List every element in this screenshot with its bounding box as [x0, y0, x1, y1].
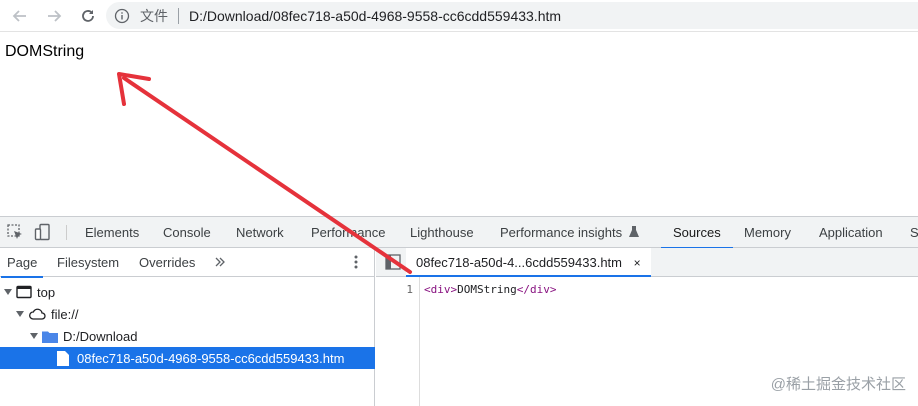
reload-button[interactable] — [76, 4, 100, 28]
back-button[interactable] — [8, 4, 32, 28]
browser-toolbar: 文件 D:/Download/08fec718-a50d-4968-9558-c… — [0, 0, 918, 32]
tab-performance[interactable]: Performance — [311, 217, 385, 248]
device-icon[interactable] — [34, 223, 52, 241]
reload-icon — [82, 9, 94, 22]
address-bar[interactable]: 文件 D:/Download/08fec718-a50d-4968-9558-c… — [106, 2, 918, 29]
page-text: DOMString — [5, 43, 85, 60]
code-open-tag: <div> — [424, 283, 458, 296]
tree-item-origin[interactable]: file:// — [0, 303, 375, 325]
cloud-icon — [29, 308, 46, 320]
tree-label-top: top — [37, 284, 56, 300]
expand-arrow-icon[interactable] — [4, 289, 12, 295]
tree-item-file[interactable]: 08fec718-a50d-4968-9558-cc6cdd559433.htm — [0, 347, 375, 369]
editor-tab-label: 08fec718-a50d-4...6cdd559433.htm — [416, 255, 622, 270]
close-icon[interactable]: × — [634, 256, 641, 270]
editor-tabbar: 08fec718-a50d-4...6cdd559433.htm × — [376, 248, 918, 277]
window-icon — [16, 285, 32, 299]
tab-network[interactable]: Network — [236, 217, 284, 248]
page-viewport: DOMString — [0, 33, 918, 216]
subtab-page[interactable]: Page — [0, 248, 44, 278]
devtools-tabbar: Elements Console Network Performance Lig… — [0, 217, 918, 249]
tab-performance-insights[interactable]: Performance insights — [500, 217, 639, 248]
tab-memory[interactable]: Memory — [744, 217, 791, 248]
flask-icon — [628, 226, 639, 237]
tree-item-top[interactable]: top — [0, 281, 375, 303]
tree-label-file: 08fec718-a50d-4968-9558-cc6cdd559433.htm — [77, 350, 345, 366]
tree-item-folder[interactable]: D:/Download — [0, 325, 375, 347]
tab-console[interactable]: Console — [163, 217, 211, 248]
tab-elements[interactable]: Elements — [85, 217, 139, 248]
toggle-sidebar-icon[interactable] — [385, 254, 401, 270]
kebab-menu-icon[interactable] — [354, 248, 358, 277]
toolbar-divider — [66, 225, 67, 240]
tree-label-origin: file:// — [51, 306, 79, 322]
navigator-subtabs: Page Filesystem Overrides — [0, 248, 375, 278]
watermark: @稀土掘金技术社区 — [770, 376, 906, 393]
sources-navigator: Page Filesystem Overrides top file:// D:… — [0, 248, 375, 406]
code-text: DOMString — [457, 283, 517, 296]
forward-arrow-icon — [48, 9, 62, 22]
address-divider — [178, 7, 179, 24]
expand-arrow-icon[interactable] — [30, 333, 38, 339]
code-line[interactable]: <div>DOMString</div> — [424, 283, 556, 296]
browser-window: 文件 D:/Download/08fec718-a50d-4968-9558-c… — [0, 0, 918, 406]
code-close-tag: </div> — [516, 283, 557, 296]
forward-button[interactable] — [42, 4, 66, 28]
tab-security-truncated[interactable]: S — [910, 217, 918, 248]
tab-lighthouse[interactable]: Lighthouse — [410, 217, 474, 248]
tab-performance-insights-label: Performance insights — [500, 225, 623, 240]
more-tabs-icon[interactable] — [214, 248, 226, 277]
line-gutter: 1 — [376, 277, 420, 406]
info-icon[interactable] — [114, 8, 134, 24]
subtab-overrides[interactable]: Overrides — [139, 248, 195, 277]
tree-label-folder: D:/Download — [63, 328, 138, 344]
line-number: 1 — [406, 283, 413, 296]
url-text[interactable]: D:/Download/08fec718-a50d-4968-9558-cc6c… — [189, 8, 561, 24]
scheme-label: 文件 — [140, 7, 168, 24]
file-icon — [57, 350, 69, 366]
folder-icon — [42, 331, 58, 343]
expand-arrow-icon[interactable] — [16, 311, 24, 317]
editor-file-tab[interactable]: 08fec718-a50d-4...6cdd559433.htm × — [406, 248, 651, 277]
back-arrow-icon — [12, 9, 26, 22]
subtab-filesystem[interactable]: Filesystem — [57, 248, 119, 277]
inspect-icon[interactable] — [6, 223, 24, 241]
tab-sources[interactable]: Sources — [661, 217, 733, 249]
tab-application[interactable]: Application — [819, 217, 883, 248]
